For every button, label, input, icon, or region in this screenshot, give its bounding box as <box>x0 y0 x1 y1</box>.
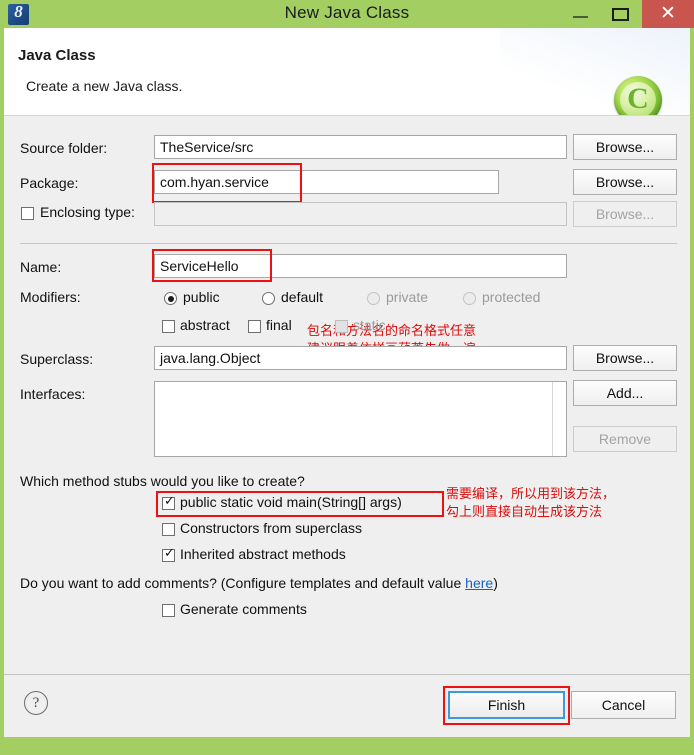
generate-comments-checkbox[interactable] <box>162 604 175 617</box>
java-class-icon: C <box>614 76 662 115</box>
package-annotation-line1: 包名和方法名的命名格式任意 <box>307 323 477 338</box>
radio-dot <box>167 295 174 302</box>
interfaces-list[interactable] <box>154 381 567 457</box>
enclosing-type-browse-button: Browse... <box>573 201 677 227</box>
main-annotation-line1: 需要编译，所以用到该方法， <box>446 486 616 501</box>
help-icon[interactable]: ? <box>24 691 48 715</box>
wizard-body: Source folder: TheService/src Browse... … <box>4 116 690 737</box>
enclosing-type-label: Enclosing type: <box>40 204 135 220</box>
superclass-label: Superclass: <box>20 351 94 367</box>
cancel-button[interactable]: Cancel <box>571 691 676 719</box>
modifier-checkbox-static <box>335 320 348 333</box>
comments-question-suffix: ) <box>493 575 498 591</box>
finish-button[interactable]: Finish <box>448 691 565 719</box>
modifier-radio-private-label: private <box>386 289 429 305</box>
modifier-radio-protected-label: protected <box>482 289 541 305</box>
dialog-footer: ? Finish Cancel <box>4 674 690 737</box>
modifier-checkbox-abstract[interactable] <box>162 320 175 333</box>
java-class-icon-letter: C <box>627 82 649 115</box>
check-tick-icon: ✓ <box>164 493 175 508</box>
package-browse-button[interactable]: Browse... <box>573 169 677 195</box>
close-button[interactable]: ✕ <box>642 0 694 28</box>
modifier-radio-protected <box>463 292 476 305</box>
modifier-checkbox-abstract-label: abstract <box>180 317 230 333</box>
check-tick-icon: ✓ <box>164 545 175 560</box>
new-java-class-window: 8 New Java Class ✕ Java Class Create a n… <box>0 0 694 755</box>
section-divider-1 <box>20 243 677 244</box>
source-folder-label: Source folder: <box>20 140 108 156</box>
name-label: Name: <box>20 259 62 275</box>
modifier-checkbox-final[interactable] <box>248 320 261 333</box>
main-annotation-line2: 勾上则直接自动生成该方法 <box>446 504 603 519</box>
method-stubs-question: Which method stubs would you like to cre… <box>20 473 305 489</box>
package-input[interactable]: com.hyan.service <box>154 170 499 194</box>
enclosing-type-checkbox[interactable] <box>21 207 34 220</box>
maximize-icon <box>612 8 629 21</box>
superclass-browse-button[interactable]: Browse... <box>573 345 677 371</box>
page-subtitle: Create a new Java class. <box>26 78 183 94</box>
interfaces-label: Interfaces: <box>20 386 86 402</box>
method-stub-checkbox-constructors[interactable] <box>162 523 175 536</box>
superclass-input[interactable]: java.lang.Object <box>154 346 567 370</box>
minimize-icon <box>573 16 588 18</box>
method-stub-checkbox-main-label: public static void main(String[] args) <box>180 494 402 510</box>
package-label: Package: <box>20 175 79 191</box>
modifier-radio-default-label: default <box>281 289 324 305</box>
enclosing-type-input <box>154 202 567 226</box>
modifier-radio-public[interactable] <box>164 292 177 305</box>
method-stub-checkbox-main[interactable]: ✓ <box>162 493 175 510</box>
interfaces-remove-button: Remove <box>573 426 677 452</box>
minimize-button[interactable] <box>562 0 600 28</box>
generate-comments-label: Generate comments <box>180 601 307 617</box>
method-stub-checkbox-inherited[interactable]: ✓ <box>162 545 175 562</box>
source-folder-browse-button[interactable]: Browse... <box>573 134 677 160</box>
source-folder-input[interactable]: TheService/src <box>154 135 567 159</box>
method-stub-checkbox-inherited-label: Inherited abstract methods <box>180 546 346 562</box>
comments-question-text: Do you want to add comments? (Configure … <box>20 575 466 591</box>
comments-question: Do you want to add comments? (Configure … <box>20 575 498 591</box>
title-bar: 8 New Java Class ✕ <box>0 0 694 28</box>
maximize-button[interactable] <box>600 0 642 28</box>
modifier-checkbox-static-label: static <box>353 317 386 333</box>
modifier-radio-public-label: public <box>183 289 220 305</box>
name-input[interactable]: ServiceHello <box>154 254 567 278</box>
close-icon: ✕ <box>660 3 676 24</box>
modifiers-label: Modifiers: <box>20 289 81 305</box>
page-title: Java Class <box>18 47 96 64</box>
modifier-radio-private <box>367 292 380 305</box>
modifier-radio-default[interactable] <box>262 292 275 305</box>
configure-templates-link[interactable]: here <box>465 575 493 591</box>
method-stub-checkbox-constructors-label: Constructors from superclass <box>180 520 363 536</box>
interfaces-add-button[interactable]: Add... <box>573 380 677 406</box>
modifier-checkbox-final-label: final <box>266 317 292 333</box>
wizard-header: Java Class Create a new Java class. C <box>4 28 690 116</box>
interfaces-list-scroll-gutter <box>552 382 553 456</box>
